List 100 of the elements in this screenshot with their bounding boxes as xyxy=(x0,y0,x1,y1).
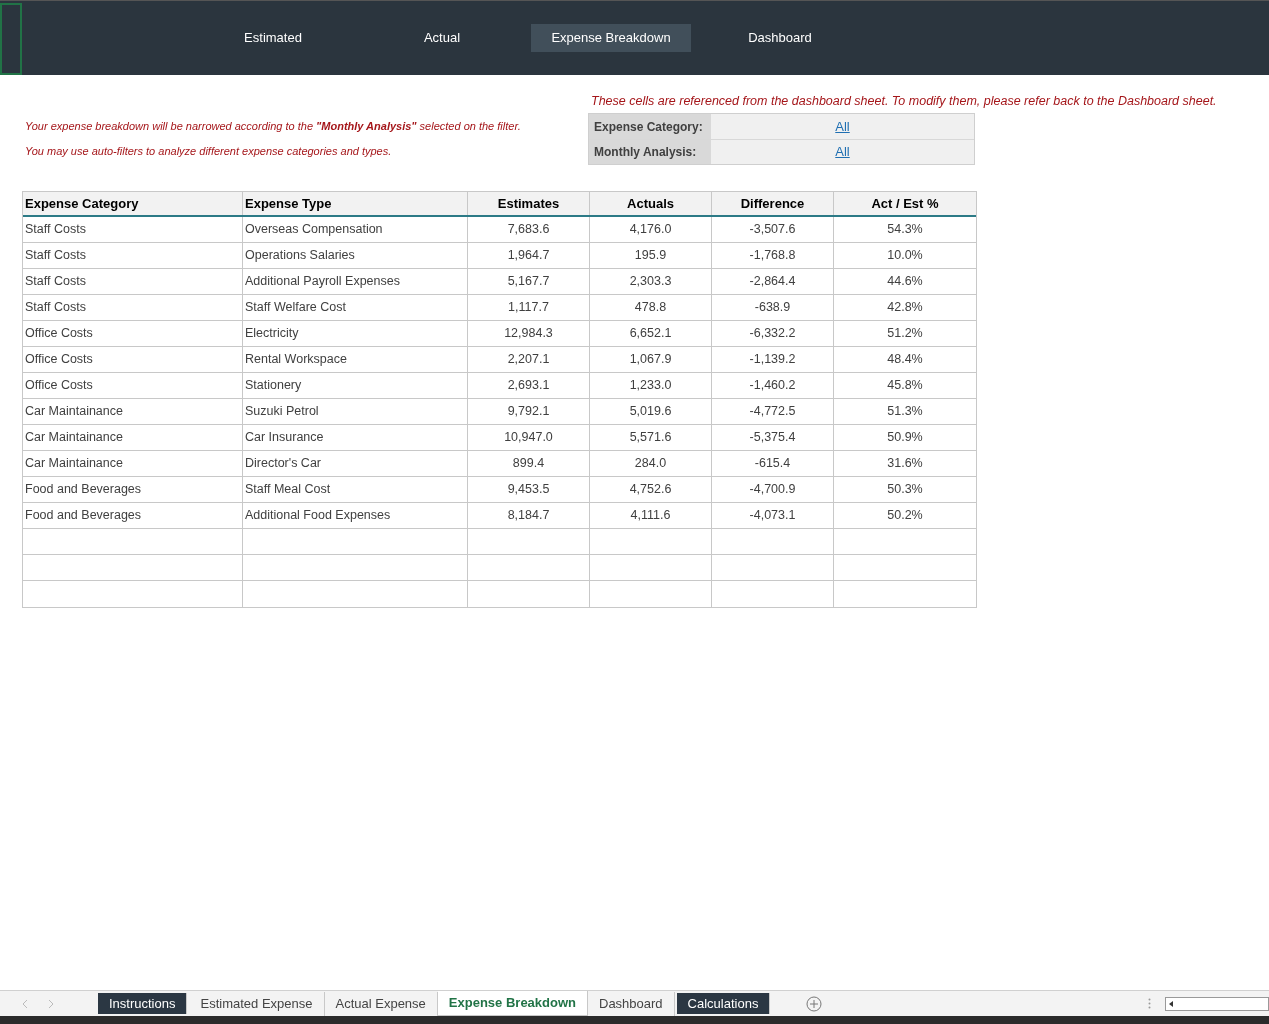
filter-value-link[interactable]: All xyxy=(835,116,850,137)
table-cell: Suzuki Petrol xyxy=(242,399,467,424)
table-cell: 2,693.1 xyxy=(467,373,589,398)
column-header[interactable]: Act / Est % xyxy=(833,192,976,215)
table-cell: 284.0 xyxy=(589,451,711,476)
table-cell: 8,184.7 xyxy=(467,503,589,528)
table-cell: Rental Workspace xyxy=(242,347,467,372)
table-cell: 9,453.5 xyxy=(467,477,589,502)
column-header[interactable]: Actuals xyxy=(589,192,711,215)
table-cell: 10,947.0 xyxy=(467,425,589,450)
table-cell: -2,864.4 xyxy=(711,269,833,294)
table-cell: Additional Payroll Expenses xyxy=(242,269,467,294)
nav-tab[interactable]: Actual xyxy=(362,24,522,52)
table-cell: -5,375.4 xyxy=(711,425,833,450)
table-cell: Additional Food Expenses xyxy=(242,503,467,528)
table-cell: 31.6% xyxy=(833,451,976,476)
add-sheet-icon[interactable] xyxy=(806,995,823,1012)
sheet-tab[interactable]: Expense Breakdown xyxy=(437,990,588,1017)
table-cell: 51.3% xyxy=(833,399,976,424)
table-cell: 50.3% xyxy=(833,477,976,502)
table-cell: Operations Salaries xyxy=(242,243,467,268)
table-cell: -1,139.2 xyxy=(711,347,833,372)
table-cell: 48.4% xyxy=(833,347,976,372)
table-cell-text: Office Costs xyxy=(24,377,94,395)
table-cell: 44.6% xyxy=(833,269,976,294)
table-cell-text: Office Costs xyxy=(24,351,94,369)
column-header[interactable]: Expense Category xyxy=(23,192,242,215)
cell-cursor xyxy=(0,3,22,75)
table-cell-text: Staff Costs xyxy=(24,221,87,239)
table-cell: 478.8 xyxy=(589,295,711,320)
table-cell: -6,332.2 xyxy=(711,321,833,346)
table-cell: -638.9 xyxy=(711,295,833,320)
table-cell: Car Insurance xyxy=(242,425,467,450)
table-cell: 5,019.6 xyxy=(589,399,711,424)
table-cell: 2,207.1 xyxy=(467,347,589,372)
table-cell: 10.0% xyxy=(833,243,976,268)
nav-tab[interactable]: Expense Breakdown xyxy=(531,24,691,52)
table-cell: 5,571.6 xyxy=(589,425,711,450)
table-cell: 1,233.0 xyxy=(589,373,711,398)
table-cell-text: Food and Beverages xyxy=(24,507,143,525)
table-cell: -4,700.9 xyxy=(711,477,833,502)
sheet-tab[interactable]: Actual Expense xyxy=(324,991,438,1016)
table-cell: Staff Meal Cost xyxy=(242,477,467,502)
table-cell: Electricity xyxy=(242,321,467,346)
more-options-icon[interactable] xyxy=(1148,998,1151,1009)
note-text: Your expense breakdown will be narrowed according to the "Monthly Analysis" selected on the filter. xyxy=(25,119,522,134)
table-cell: Staff Welfare Cost xyxy=(242,295,467,320)
table-cell: 50.2% xyxy=(833,503,976,528)
table-cell: 4,752.6 xyxy=(589,477,711,502)
filter-label: Monthly Analysis: xyxy=(589,140,711,164)
table-cell: 4,111.6 xyxy=(589,503,711,528)
table-cell-text: Car Maintainance xyxy=(24,403,124,421)
horizontal-scrollbar[interactable] xyxy=(1165,996,1269,1011)
table-cell-text: Office Costs xyxy=(24,325,94,343)
table-cell: 54.3% xyxy=(833,217,976,242)
table-cell: 5,167.7 xyxy=(467,269,589,294)
table-cell: 899.4 xyxy=(467,451,589,476)
table-cell: 1,117.7 xyxy=(467,295,589,320)
table-cell: 50.9% xyxy=(833,425,976,450)
sheet-tab[interactable]: Estimated Expense xyxy=(189,991,325,1016)
table-cell: -4,772.5 xyxy=(711,399,833,424)
sheet-tab[interactable]: Calculations xyxy=(676,993,771,1014)
table-cell: 45.8% xyxy=(833,373,976,398)
table-cell: 2,303.3 xyxy=(589,269,711,294)
sheet-tab[interactable]: Dashboard xyxy=(588,991,675,1016)
table-cell: 12,984.3 xyxy=(467,321,589,346)
filter-value-link[interactable]: All xyxy=(835,142,850,162)
nav-tab[interactable]: Dashboard xyxy=(700,24,860,52)
table-cell: 9,792.1 xyxy=(467,399,589,424)
table-cell-text: Food and Beverages xyxy=(24,481,143,499)
table-cell: Director's Car xyxy=(242,451,467,476)
table-cell: 195.9 xyxy=(589,243,711,268)
table-cell-text: Staff Costs xyxy=(24,299,87,317)
table-cell: 6,652.1 xyxy=(589,321,711,346)
column-header[interactable]: Expense Type xyxy=(242,192,467,215)
table-cell: -1,460.2 xyxy=(711,373,833,398)
table-cell: -615.4 xyxy=(711,451,833,476)
table-cell: -4,073.1 xyxy=(711,503,833,528)
filter-label: Expense Category: xyxy=(589,114,711,139)
scroll-right-icon[interactable] xyxy=(48,999,54,1008)
column-header[interactable]: Estimates xyxy=(467,192,589,215)
note-text: You may use auto-filters to analyze different expense categories and types. xyxy=(25,143,393,159)
table-cell-text: Staff Costs xyxy=(24,273,87,291)
table-cell: 51.2% xyxy=(833,321,976,346)
filter-note: These cells are referenced from the dashboard sheet. To modify them, please refer back to the Dashboard sheet. xyxy=(591,93,1217,110)
table-cell: -3,507.6 xyxy=(711,217,833,242)
table-cell: 1,964.7 xyxy=(467,243,589,268)
table-cell: Overseas Compensation xyxy=(242,217,467,242)
table-cell: 42.8% xyxy=(833,295,976,320)
table-cell-text: Car Maintainance xyxy=(24,429,124,447)
table-cell: 7,683.6 xyxy=(467,217,589,242)
table-cell: 1,067.9 xyxy=(589,347,711,372)
table-cell-text: Staff Costs xyxy=(24,247,87,265)
table-cell: Stationery xyxy=(242,373,467,398)
column-header[interactable]: Difference xyxy=(711,192,833,215)
nav-tab[interactable]: Estimated xyxy=(193,24,353,52)
table-cell-text: Car Maintainance xyxy=(24,455,124,473)
table-cell: 4,176.0 xyxy=(589,217,711,242)
table-cell: -1,768.8 xyxy=(711,243,833,268)
sheet-tab[interactable]: Instructions xyxy=(98,993,188,1014)
